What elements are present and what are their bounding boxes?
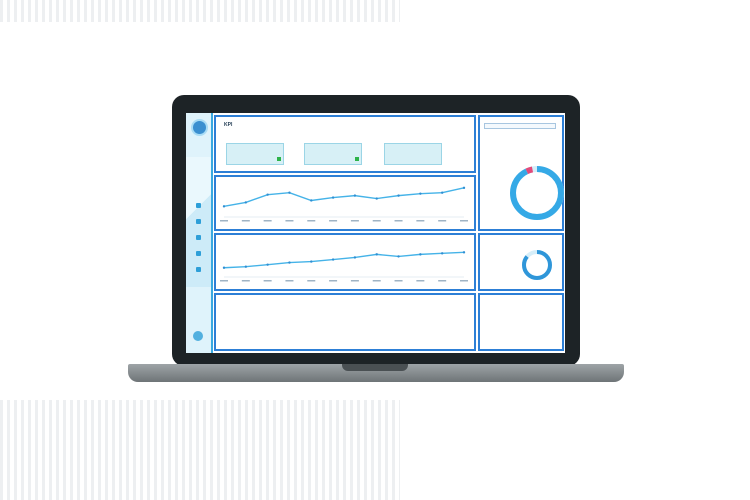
x-tick-label <box>460 220 468 222</box>
logout-icon[interactable] <box>193 331 203 341</box>
x-tick-label <box>263 280 272 282</box>
bottom-panel <box>214 293 476 351</box>
search-input[interactable] <box>484 123 556 129</box>
trend-up-icon <box>355 157 359 161</box>
data-point <box>462 186 466 190</box>
x-tick-label <box>241 220 250 222</box>
laptop-screen: KPI <box>186 113 565 353</box>
x-tick-label <box>372 280 381 282</box>
x-tick-label <box>438 220 447 222</box>
settings-icon[interactable] <box>196 251 201 256</box>
x-tick-label <box>329 220 338 222</box>
data-point <box>331 258 335 261</box>
donut-chart-2 <box>522 250 552 280</box>
x-tick-label <box>372 220 381 222</box>
x-tick-label <box>285 220 294 222</box>
data-point <box>375 197 378 200</box>
data-point <box>222 266 226 269</box>
data-point <box>310 199 313 202</box>
series-line <box>223 187 465 208</box>
x-tick-label <box>285 280 294 282</box>
kpi-card-2[interactable] <box>304 143 362 165</box>
dashboard-icon[interactable] <box>196 203 201 208</box>
data-point <box>266 263 269 266</box>
right-panel-bottom <box>478 293 564 351</box>
data-point <box>288 191 291 194</box>
x-tick-label <box>307 280 316 282</box>
x-tick-label <box>241 280 250 282</box>
sidebar <box>186 113 213 353</box>
x-tick-label <box>220 220 228 222</box>
data-point <box>353 194 357 197</box>
x-tick-label <box>329 280 338 282</box>
line-chart-1 <box>220 186 468 222</box>
x-tick-label <box>350 220 359 222</box>
x-tick-label <box>416 220 425 222</box>
donut-chart-1 <box>510 166 564 220</box>
x-tick-label <box>350 280 359 282</box>
kpi-card-3[interactable] <box>384 143 442 165</box>
page-title: KPI <box>224 122 233 128</box>
background-pattern-top <box>0 0 400 22</box>
reports-icon[interactable] <box>196 267 201 272</box>
users-icon[interactable] <box>196 235 201 240</box>
data-point <box>266 193 269 196</box>
data-point <box>310 260 313 263</box>
data-point <box>440 252 444 255</box>
data-point <box>288 261 291 264</box>
x-tick-label <box>460 280 468 282</box>
data-point <box>375 253 378 256</box>
data-point <box>397 255 400 258</box>
data-point <box>419 253 422 256</box>
x-tick-label <box>394 280 403 282</box>
data-point <box>397 194 400 197</box>
data-point <box>222 205 226 208</box>
x-tick-label <box>263 220 272 222</box>
x-tick-label <box>438 280 447 282</box>
background-pattern-bottom <box>0 400 400 500</box>
data-point <box>462 251 466 254</box>
x-tick-label <box>307 220 316 222</box>
laptop-notch <box>342 364 408 371</box>
data-point <box>244 265 248 268</box>
data-point <box>440 191 444 194</box>
data-point <box>331 196 335 199</box>
series-line <box>223 251 465 269</box>
data-point <box>353 256 357 259</box>
line-chart-2 <box>220 251 468 282</box>
kpi-card-1[interactable] <box>226 143 284 165</box>
data-point <box>419 192 422 195</box>
x-tick-label <box>416 280 425 282</box>
trend-up-icon <box>277 157 281 161</box>
data-point <box>244 201 248 204</box>
avatar[interactable] <box>191 119 208 136</box>
chart-icon[interactable] <box>196 219 201 224</box>
x-tick-label <box>220 280 228 282</box>
x-tick-label <box>394 220 403 222</box>
